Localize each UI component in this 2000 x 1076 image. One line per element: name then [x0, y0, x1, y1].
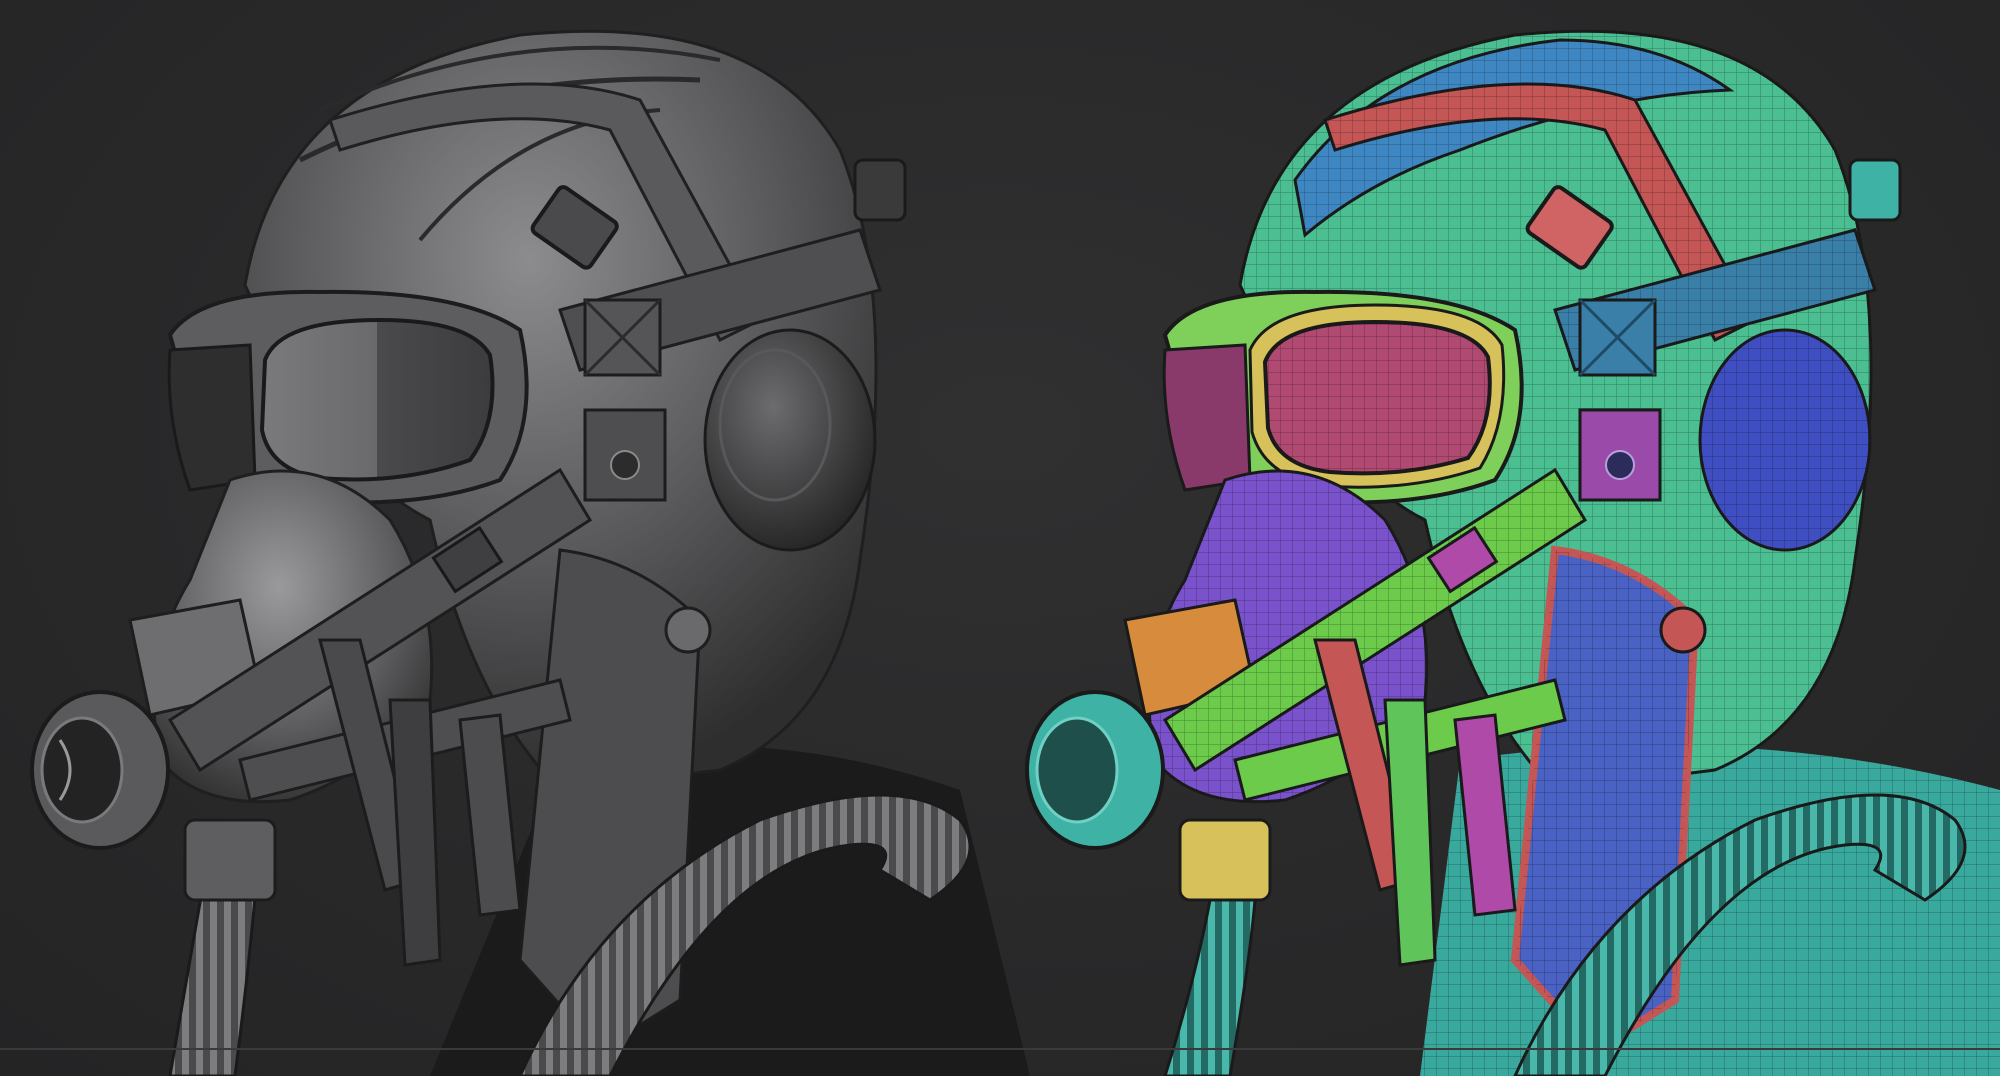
viewport-divider-line [0, 1048, 2000, 1050]
3d-viewport[interactable] [0, 0, 2000, 1076]
right-polygroup-render [1025, 29, 2000, 1076]
